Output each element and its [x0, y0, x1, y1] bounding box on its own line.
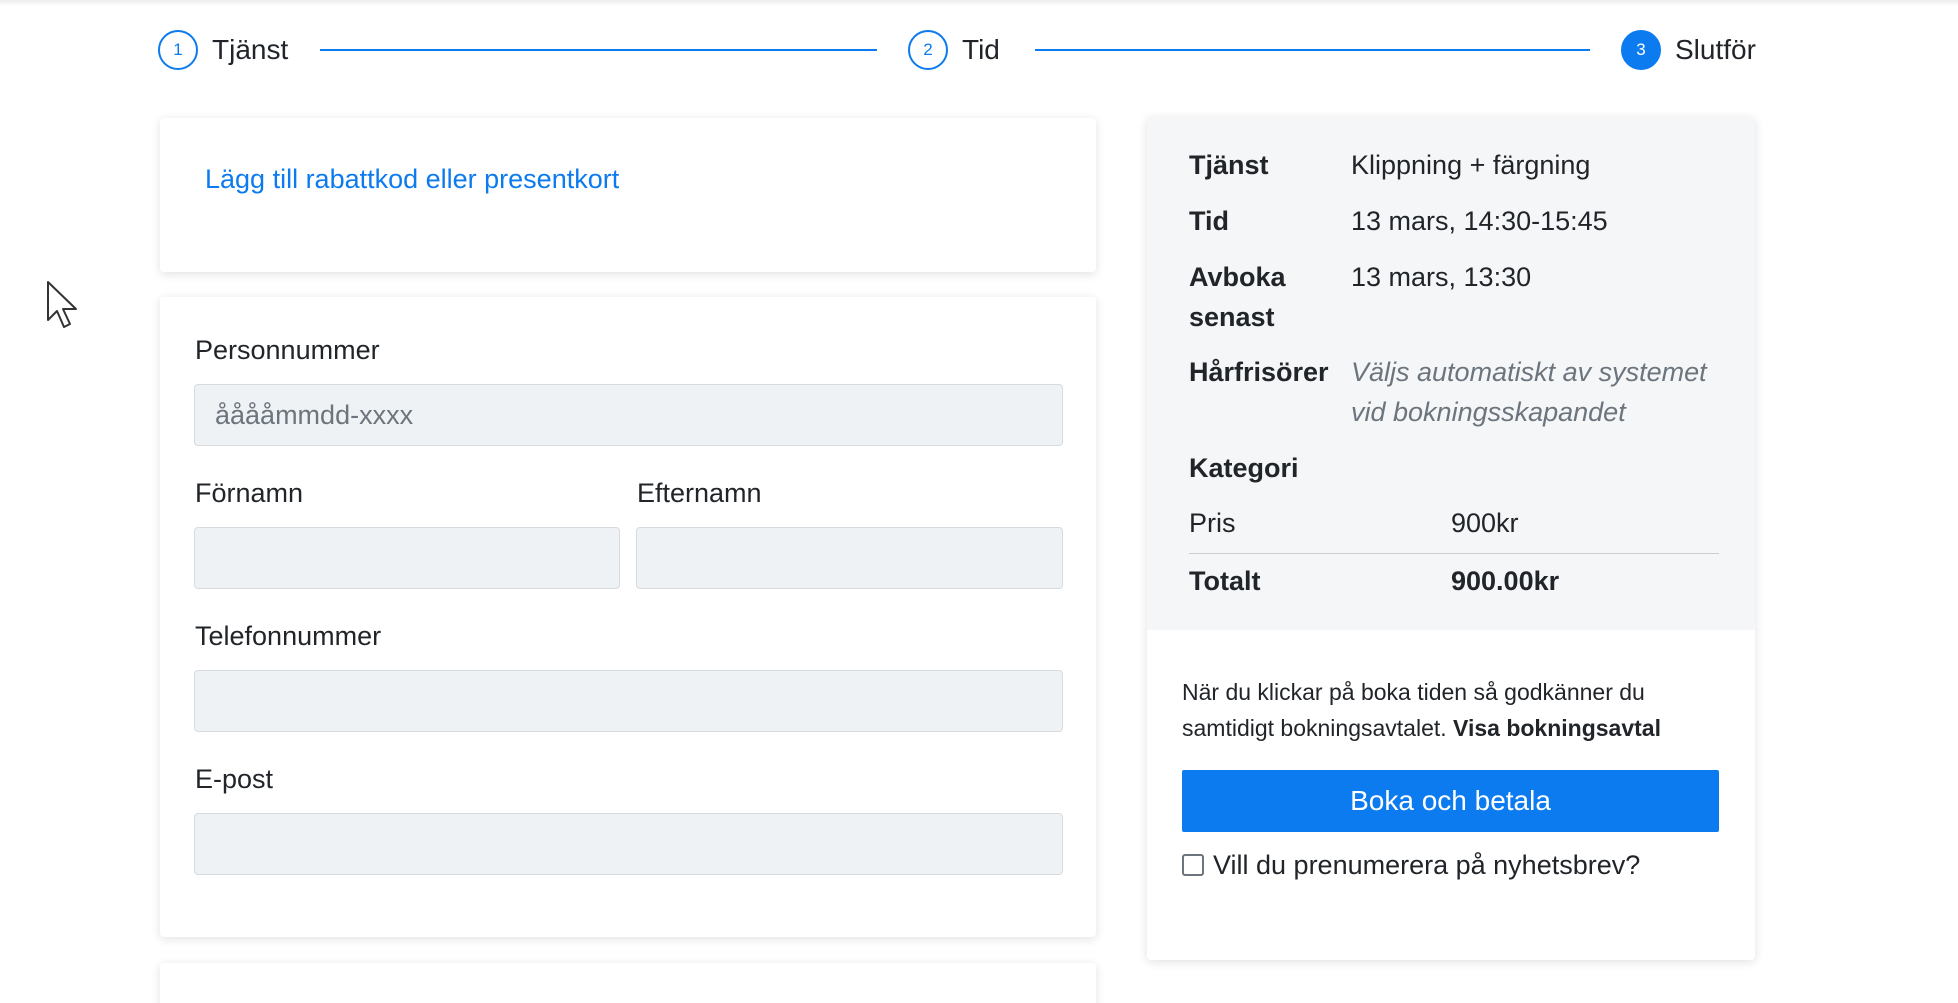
view-booking-agreement-link[interactable]: Visa bokningsavtal	[1453, 715, 1661, 741]
personnummer-label: Personnummer	[195, 335, 380, 365]
step-slutfor[interactable]: 3 Slutför	[1621, 28, 1756, 72]
telefon-input[interactable]	[194, 670, 1063, 732]
summary-totalt-key: Totalt	[1189, 566, 1261, 596]
summary-avboka-key-line2: senast	[1189, 302, 1275, 332]
step-label-tid: Tid	[962, 34, 1000, 65]
summary-harfrisor-value: Väljs automatiskt av systemet	[1351, 357, 1707, 387]
summary-tjanst-value: Klippning + färgning	[1351, 150, 1591, 180]
summary-pris-value: 900kr	[1451, 508, 1519, 538]
step-number-2: 2	[908, 30, 948, 70]
step-tid[interactable]: 2 Tid	[908, 28, 1000, 72]
top-shadow	[0, 0, 1958, 6]
summary-tid-key: Tid	[1189, 206, 1229, 236]
personnummer-input[interactable]	[194, 384, 1063, 446]
summary-details: Tjänst Klippning + färgning Tid 13 mars,…	[1147, 117, 1755, 630]
booking-summary-card: Tjänst Klippning + färgning Tid 13 mars,…	[1147, 117, 1755, 960]
summary-harfrisor-value-line2: vid bokningsskapandet	[1351, 397, 1626, 427]
summary-avboka-value: 13 mars, 13:30	[1351, 262, 1532, 292]
summary-avboka-key: Avboka	[1189, 262, 1286, 292]
newsletter-label[interactable]: Vill du prenumerera på nyhetsbrev?	[1213, 845, 1640, 885]
step-label-tjanst: Tjänst	[212, 34, 289, 65]
fornamn-input[interactable]	[194, 527, 620, 589]
summary-totalt-value: 900.00kr	[1451, 566, 1560, 596]
step-number-1: 1	[158, 30, 198, 70]
discount-card: Lägg till rabattkod eller presentkort	[160, 118, 1096, 272]
customer-details-card: Personnummer Förnamn Efternamn Telefonnu…	[160, 297, 1096, 937]
summary-harfrisor-key: Hårfrisörer	[1189, 357, 1329, 387]
step-number-3: 3	[1621, 30, 1661, 70]
summary-kategori-key: Kategori	[1189, 453, 1299, 483]
summary-divider	[1189, 553, 1719, 554]
step-connector-1	[320, 49, 877, 51]
step-connector-2	[1035, 49, 1590, 51]
mouse-cursor-icon	[47, 281, 77, 328]
terms-line-2: samtidigt bokningsavtalet.	[1182, 715, 1447, 741]
efternamn-label: Efternamn	[637, 478, 762, 508]
step-tjanst[interactable]: 1 Tjänst	[158, 28, 288, 72]
summary-tid-value: 13 mars, 14:30-15:45	[1351, 206, 1608, 236]
epost-input[interactable]	[194, 813, 1063, 875]
add-discount-link[interactable]: Lägg till rabattkod eller presentkort	[205, 164, 619, 195]
booking-terms-text: När du klickar på boka tiden så godkänne…	[1182, 674, 1722, 746]
booking-stepper: 1 Tjänst 2 Tid 3 Slutför	[158, 28, 1758, 72]
book-and-pay-button[interactable]: Boka och betala	[1182, 770, 1719, 832]
efternamn-input[interactable]	[636, 527, 1063, 589]
summary-pris-key: Pris	[1189, 508, 1236, 538]
summary-tjanst-key: Tjänst	[1189, 150, 1269, 180]
newsletter-checkbox[interactable]	[1182, 854, 1204, 876]
telefon-label: Telefonnummer	[195, 621, 382, 651]
next-section-card	[160, 963, 1096, 1003]
epost-label: E-post	[195, 764, 274, 794]
fornamn-label: Förnamn	[195, 478, 304, 508]
step-label-slutfor: Slutför	[1675, 34, 1756, 65]
terms-line-1: När du klickar på boka tiden så godkänne…	[1182, 679, 1645, 705]
